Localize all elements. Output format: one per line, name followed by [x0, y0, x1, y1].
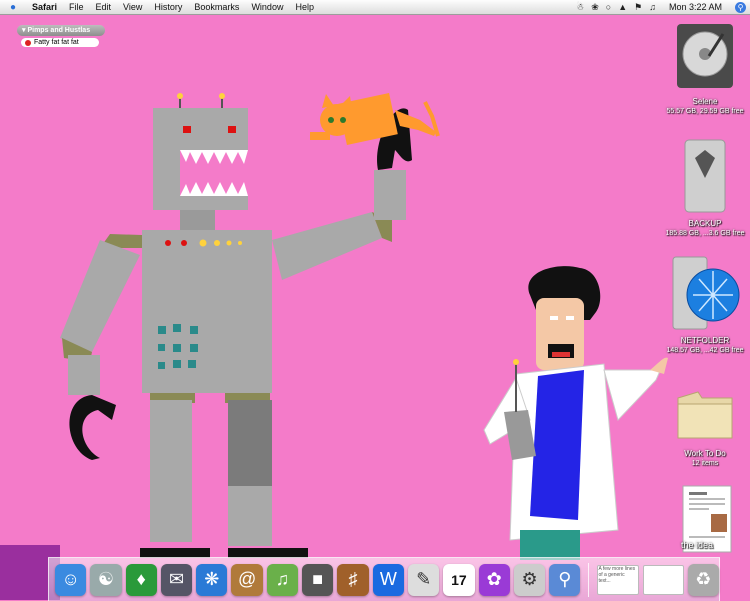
- iphoto-icon[interactable]: ■: [302, 563, 334, 596]
- spotlight-icon[interactable]: ⚲: [735, 1, 746, 13]
- menu-file[interactable]: File: [63, 0, 90, 14]
- minimized-window-text: A few more lines of a generic text...: [598, 565, 636, 584]
- minimized-window-2[interactable]: [642, 564, 684, 595]
- scientist-illustration: [483, 266, 668, 560]
- menu-app-safari[interactable]: Safari: [26, 0, 63, 14]
- stickies-widget[interactable]: ▾ Pimps and Hustlas Fatty fat fat fat: [17, 25, 105, 47]
- red-dot-icon: [25, 39, 31, 46]
- dock-separator: [588, 562, 590, 597]
- menu-bar: ● Safari File Edit View History Bookmark…: [0, 0, 750, 15]
- widget-item[interactable]: Fatty fat fat fat: [21, 38, 99, 47]
- finder-icon[interactable]: ☺: [55, 563, 87, 596]
- cat-illustration: [310, 93, 440, 145]
- menu-help[interactable]: Help: [289, 0, 320, 14]
- menu-edit[interactable]: Edit: [90, 0, 118, 14]
- volume-icon[interactable]: ♫: [649, 2, 656, 12]
- minimized-window-1[interactable]: A few more lines of a generic text...: [597, 564, 639, 595]
- widget-item-label: Fatty fat fat fat: [34, 39, 79, 46]
- textedit-icon[interactable]: ✎: [407, 563, 440, 596]
- widget-header[interactable]: ▾ Pimps and Hustlas: [17, 25, 105, 36]
- dock: ☺ ☯ ♦ ✉ ❋ @ ♫ ■ ♯ W ✎ 17 ✿ ⚙ ⚲ A few mor…: [48, 557, 720, 601]
- safari-icon[interactable]: ❋: [196, 563, 228, 596]
- dashboard-icon[interactable]: ✿: [478, 563, 510, 596]
- word-icon[interactable]: W: [372, 563, 404, 596]
- alien-icon[interactable]: ☃: [576, 2, 584, 13]
- robot-illustration: [60, 93, 412, 558]
- bluetooth-icon[interactable]: ○: [606, 2, 611, 12]
- itunes-icon[interactable]: ♫: [266, 563, 299, 596]
- mail-icon[interactable]: ✉: [160, 563, 193, 596]
- widget-header-label: Pimps and Hustlas: [27, 27, 91, 34]
- menu-bookmarks[interactable]: Bookmarks: [188, 0, 245, 14]
- menu-window[interactable]: Window: [245, 0, 289, 14]
- flag-icon[interactable]: ⚑: [634, 2, 642, 13]
- ical-icon[interactable]: 17: [443, 563, 475, 596]
- address-book-icon[interactable]: @: [231, 563, 263, 596]
- system-preferences-icon[interactable]: ⚙: [513, 563, 546, 596]
- apple-menu-icon[interactable]: ●: [6, 0, 20, 14]
- garageband-icon[interactable]: ♯: [337, 563, 369, 596]
- ical-day: 17: [451, 571, 467, 588]
- minimized-window-label: the idea: [681, 540, 714, 550]
- paw-icon[interactable]: ❀: [591, 2, 599, 13]
- preview-icon[interactable]: ⚲: [549, 563, 581, 596]
- menu-view[interactable]: View: [117, 0, 148, 14]
- desktop-wallpaper-art: [0, 93, 668, 600]
- menu-history[interactable]: History: [148, 0, 188, 14]
- adium-icon[interactable]: ♦: [125, 563, 157, 596]
- network-utility-icon[interactable]: ☯: [90, 563, 122, 596]
- trash-icon[interactable]: ♻: [687, 563, 719, 596]
- menu-clock[interactable]: Mon 3:22 AM: [663, 0, 728, 14]
- wifi-icon[interactable]: ▲: [618, 2, 627, 12]
- menu-extras: ☃ ❀ ○ ▲ ⚑ ♫ Mon 3:22 AM ⚲: [576, 0, 750, 14]
